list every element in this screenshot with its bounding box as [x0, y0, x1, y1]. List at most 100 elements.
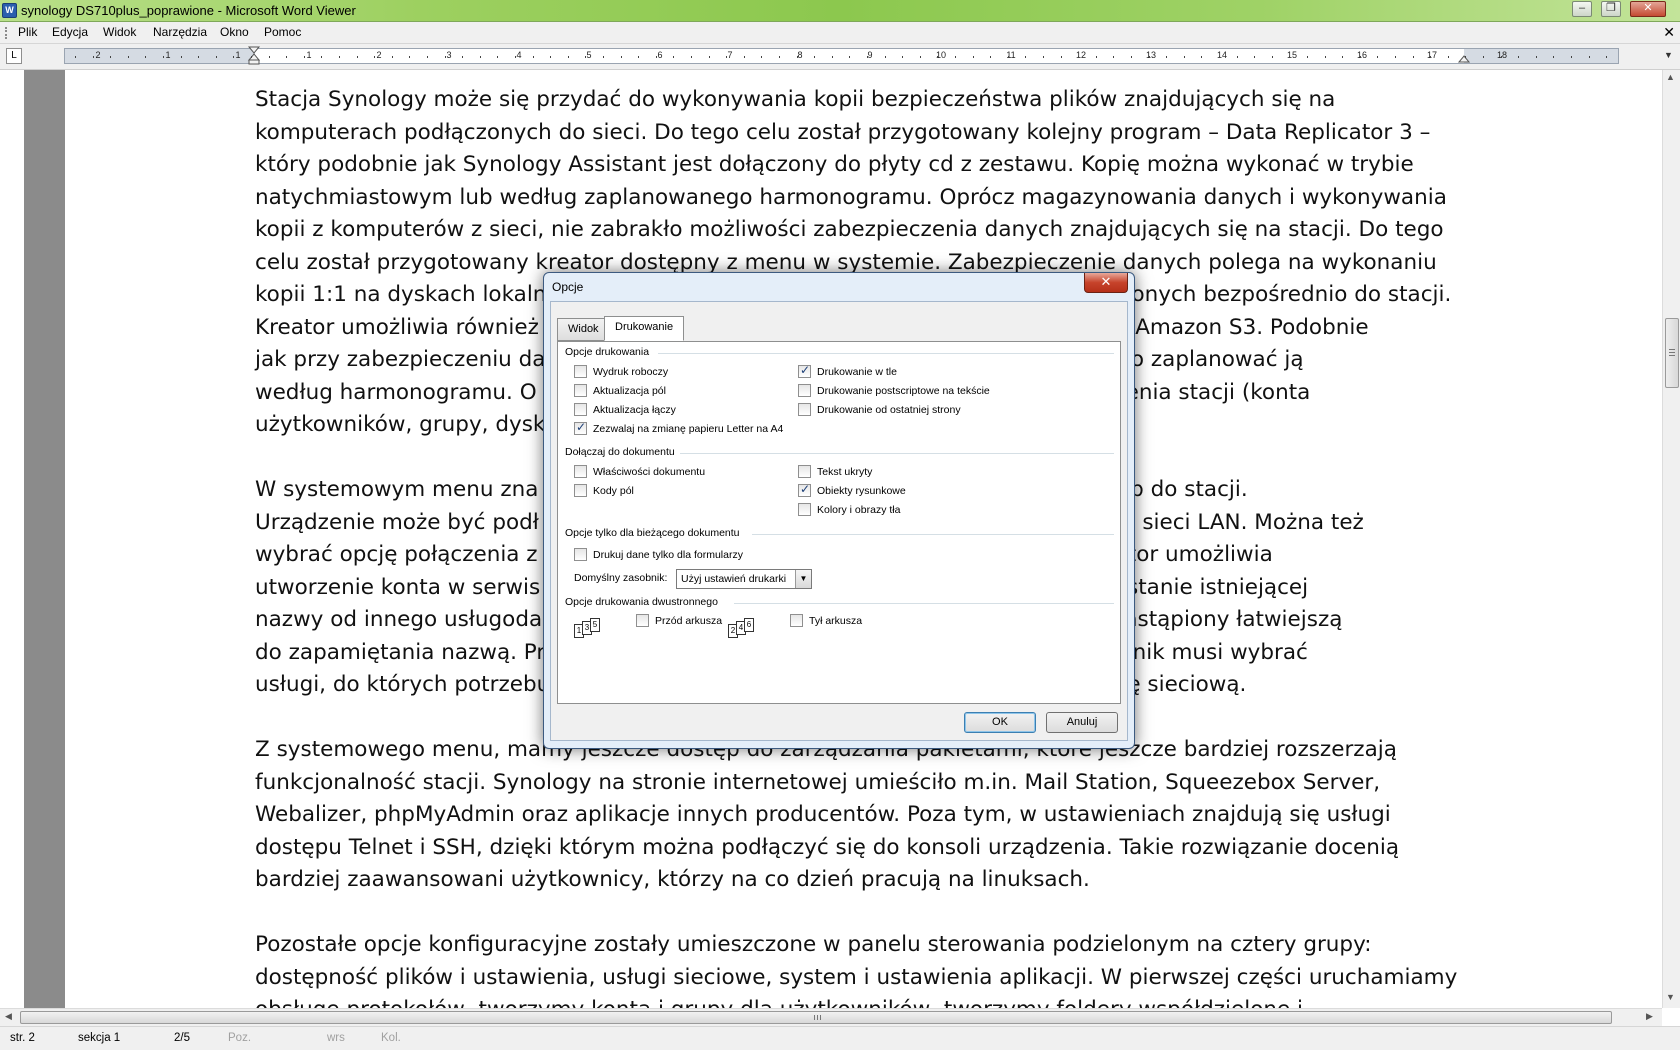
scroll-grip: [814, 1015, 815, 1020]
document-close-icon[interactable]: ✕: [1663, 24, 1675, 41]
checkbox-box[interactable]: [574, 465, 587, 478]
ruler-number: 11: [1006, 50, 1016, 60]
group-include-label: Dołączaj do dokumentu: [565, 446, 675, 458]
checkbox-letter-to-a4[interactable]: Zezwalaj na zmianę papieru Letter na A4: [574, 420, 783, 435]
checkbox-box[interactable]: [574, 384, 587, 397]
scroll-up-icon[interactable]: ▲: [1666, 72, 1675, 82]
ruler-tick: [286, 56, 287, 58]
status-line: wrs: [327, 1032, 345, 1044]
ruler-tick: [321, 56, 322, 58]
page-shadow-strip: [24, 70, 65, 1008]
checkbox-update-links[interactable]: Aktualizacja łączy: [574, 403, 676, 416]
chevron-down-icon[interactable]: ▼: [795, 570, 811, 588]
checkbox-box[interactable]: [574, 403, 587, 416]
cancel-button[interactable]: Anuluj: [1046, 712, 1118, 733]
ruler-tick: [93, 56, 94, 58]
vertical-scroll-thumb[interactable]: [1665, 318, 1679, 388]
checkbox-form-data-only[interactable]: Drukuj dane tylko dla formularzy: [574, 548, 743, 561]
ruler-tick: [1078, 56, 1079, 58]
default-tray-select[interactable]: Użyj ustawień drukarki ▼: [676, 569, 812, 589]
horizontal-scrollbar[interactable]: ◀ ▶: [0, 1008, 1662, 1026]
ruler-tick: [1483, 56, 1484, 58]
checkbox-box[interactable]: [798, 403, 811, 416]
text-line: dostępność plików i ustawienia, usługi s…: [255, 964, 1458, 990]
ruler-tick: [515, 56, 516, 58]
ruler-number: 1: [235, 50, 241, 60]
restore-icon[interactable]: ❐: [1601, 1, 1621, 17]
group-divider: [752, 534, 1114, 535]
dialog-body: Widok Drukowanie Opcje drukowania Wydruk…: [550, 301, 1128, 741]
ruler-tick: [1465, 56, 1466, 58]
horizontal-scroll-thumb[interactable]: [20, 1011, 1612, 1024]
ruler-number: 12: [1075, 50, 1087, 60]
checkbox-box[interactable]: [798, 465, 811, 478]
checkbox-back-of-sheet[interactable]: Tył arkusza: [790, 614, 862, 627]
checkbox-box[interactable]: [574, 420, 587, 435]
checkbox-box[interactable]: [798, 482, 811, 497]
checkbox-reverse-order[interactable]: Drukowanie od ostatniej strony: [798, 403, 961, 416]
checkbox-label: Drukowanie w tle: [817, 365, 897, 378]
tab-widok[interactable]: Widok: [557, 318, 610, 341]
checkbox-box[interactable]: [636, 614, 649, 627]
ruler-number: 2: [95, 50, 101, 60]
checkbox-box[interactable]: [790, 614, 803, 627]
menu-widok[interactable]: Widok: [103, 25, 136, 39]
checkbox-drawing-objects[interactable]: Obiekty rysunkowe: [798, 482, 906, 497]
dialog-close-icon[interactable]: ✕: [1084, 273, 1128, 293]
options-dialog: Opcje ✕ Widok Drukowanie Opcje drukowani…: [543, 272, 1135, 749]
tab-selector[interactable]: L: [6, 48, 22, 64]
checkbox-box[interactable]: [798, 363, 811, 378]
status-bar: str. 2 sekcja 1 2/5 Poz. wrs Kol.: [0, 1026, 1680, 1050]
menu-plik[interactable]: Plik: [18, 25, 37, 39]
checkbox-background-colors[interactable]: Kolory i obrazy tła: [798, 503, 900, 516]
checkbox-background-print[interactable]: Drukowanie w tle: [798, 363, 897, 378]
minimize-icon[interactable]: –: [1572, 1, 1592, 17]
group-print-options-label: Opcje drukowania: [565, 346, 650, 358]
tab-drukowanie[interactable]: Drukowanie: [604, 316, 685, 341]
ruler-tick: [603, 56, 604, 58]
group-duplex-label: Opcje drukowania dwustronnego: [565, 596, 718, 608]
menu-edycja[interactable]: Edycja: [52, 25, 88, 39]
ruler-number: 1: [306, 50, 312, 60]
ruler-tick: [1571, 56, 1572, 58]
ok-button[interactable]: OK: [964, 712, 1036, 733]
title-bar: W synology DS710plus_poprawione - Micros…: [0, 0, 1680, 22]
checkbox-box[interactable]: [574, 365, 587, 378]
checkbox-document-properties[interactable]: Właściwości dokumentu: [574, 465, 705, 478]
checkbox-box[interactable]: [574, 548, 587, 561]
ruler-tick: [1377, 56, 1378, 58]
ruler-tick: [1606, 56, 1607, 58]
checkbox-postscript-over-text[interactable]: Drukowanie postscriptowe na tekście: [798, 384, 990, 397]
menu-bar: Plik Edycja Widok Narzędzia Okno Pomoc ✕: [0, 22, 1680, 44]
menu-narzedzia[interactable]: Narzędzia: [153, 25, 207, 39]
checkbox-front-of-sheet[interactable]: Przód arkusza: [636, 614, 722, 627]
ruler-toggle-icon[interactable]: ▼: [1664, 50, 1676, 62]
ruler-tick: [533, 56, 534, 58]
ruler-tick: [1413, 56, 1414, 58]
scroll-right-icon[interactable]: ▶: [1646, 1011, 1653, 1022]
vertical-scrollbar[interactable]: ▲ ▼: [1662, 70, 1680, 1008]
ruler-tick: [198, 56, 199, 58]
checkbox-field-codes[interactable]: Kody pól: [574, 484, 634, 497]
ruler-tick: [849, 56, 850, 58]
ruler-tick: [445, 56, 446, 58]
ruler-tick: [1184, 56, 1185, 58]
close-icon[interactable]: ✕: [1630, 1, 1666, 17]
checkbox-box[interactable]: [574, 484, 587, 497]
ruler-number: 7: [727, 50, 733, 60]
scroll-down-icon[interactable]: ▼: [1666, 992, 1675, 1002]
menu-okno[interactable]: Okno: [220, 25, 249, 39]
horizontal-ruler[interactable]: 2 1 1 1 2 3 4 5 6 7 8 9 10 11 12 13 14 15 16 17 18: [64, 46, 1619, 65]
checkbox-box[interactable]: [798, 384, 811, 397]
ruler-tick: [181, 56, 182, 58]
checkbox-draft-print[interactable]: Wydruk roboczy: [574, 365, 668, 378]
group-divider: [680, 453, 1114, 454]
word-viewer-icon[interactable]: W: [2, 3, 17, 18]
menu-pomoc[interactable]: Pomoc: [264, 25, 301, 39]
scroll-left-icon[interactable]: ◀: [5, 1011, 12, 1022]
ruler-tick: [75, 56, 76, 58]
checkbox-hidden-text[interactable]: Tekst ukryty: [798, 465, 872, 478]
ruler-tick: [885, 56, 886, 58]
checkbox-update-fields[interactable]: Aktualizacja pól: [574, 384, 666, 397]
checkbox-box[interactable]: [798, 503, 811, 516]
